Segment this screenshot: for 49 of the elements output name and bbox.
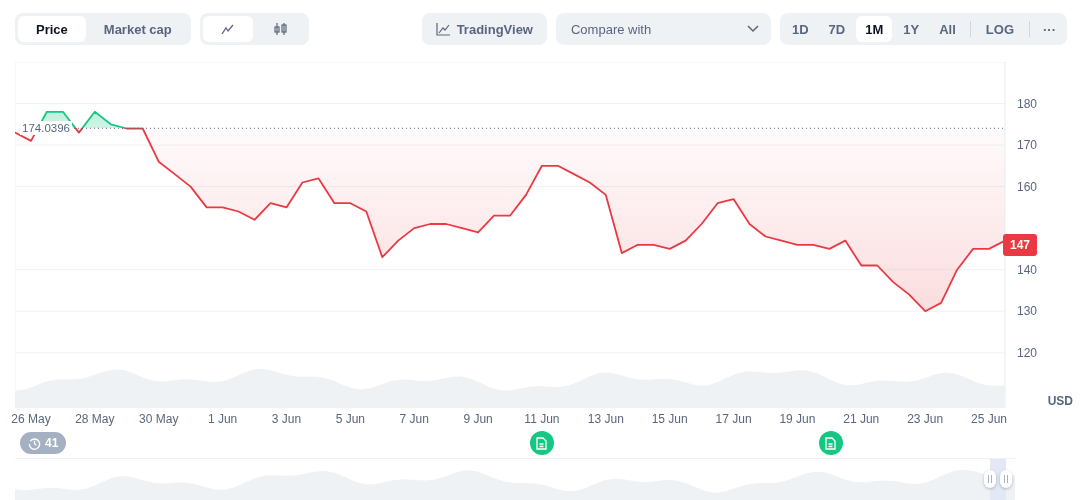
range-tab[interactable]: 1D (783, 16, 818, 42)
compare-placeholder: Compare with (571, 21, 652, 37)
tradingview-button[interactable]: TradingView (421, 13, 547, 45)
y-axis-label: 120 (1017, 345, 1038, 360)
line-chart-icon (220, 22, 235, 36)
x-axis-label: 13 Jun (587, 412, 624, 426)
compare-select[interactable]: Compare with (556, 13, 771, 45)
x-axis-label: 25 Jun (971, 412, 1008, 426)
range-tab[interactable]: 7D (819, 16, 855, 42)
range-handle[interactable] (984, 470, 996, 488)
price-badge: 147 (1003, 233, 1038, 256)
y-axis-label: 160 (1017, 179, 1038, 194)
log-button[interactable]: LOG (975, 16, 1024, 42)
currency-label: USD (1047, 394, 1073, 408)
chart-icon (435, 22, 451, 36)
x-axis-label: 11 Jun (524, 412, 560, 426)
x-axis-label: 21 Jun (843, 412, 880, 426)
x-axis-label: 28 May (75, 412, 115, 426)
document-icon (825, 436, 837, 450)
chart-type-tab[interactable] (202, 16, 253, 42)
y-axis-label: 170 (1017, 138, 1038, 153)
range-handle[interactable] (1000, 470, 1012, 488)
chevron-down-icon (747, 25, 759, 33)
x-axis-label: 3 Jun (271, 412, 302, 426)
x-axis-label: 15 Jun (651, 412, 688, 426)
x-axis-label: 9 Jun (463, 412, 493, 426)
x-axis-label: 7 Jun (399, 412, 429, 426)
x-axis-label: 30 May (139, 412, 179, 426)
history-icon (28, 436, 41, 450)
candlestick-icon (272, 22, 288, 36)
x-axis-label: 23 Jun (907, 412, 944, 426)
document-icon (536, 436, 548, 450)
more-button[interactable]: ··· (1035, 16, 1064, 42)
news-marker[interactable] (529, 431, 554, 455)
x-axis-label: 5 Jun (335, 412, 365, 426)
y-axis-label: 130 (1017, 304, 1038, 319)
range-tab[interactable]: 1Y (894, 16, 929, 42)
x-axis-label: 17 Jun (715, 412, 752, 426)
metric-tab[interactable]: Market cap (87, 16, 188, 42)
y-axis-label: 180 (1017, 96, 1038, 111)
x-axis-label: 1 Jun (207, 412, 238, 426)
y-axis-label: 140 (1017, 262, 1038, 277)
x-axis-label: 26 May (11, 412, 51, 426)
x-axis-label: 19 Jun (779, 412, 816, 426)
metric-tab[interactable]: Price (18, 16, 86, 42)
news-marker[interactable] (818, 431, 843, 455)
range-tab[interactable]: 1M (856, 16, 893, 42)
range-tab[interactable]: All (930, 16, 965, 42)
reference-value: 174.0396 (20, 121, 72, 136)
